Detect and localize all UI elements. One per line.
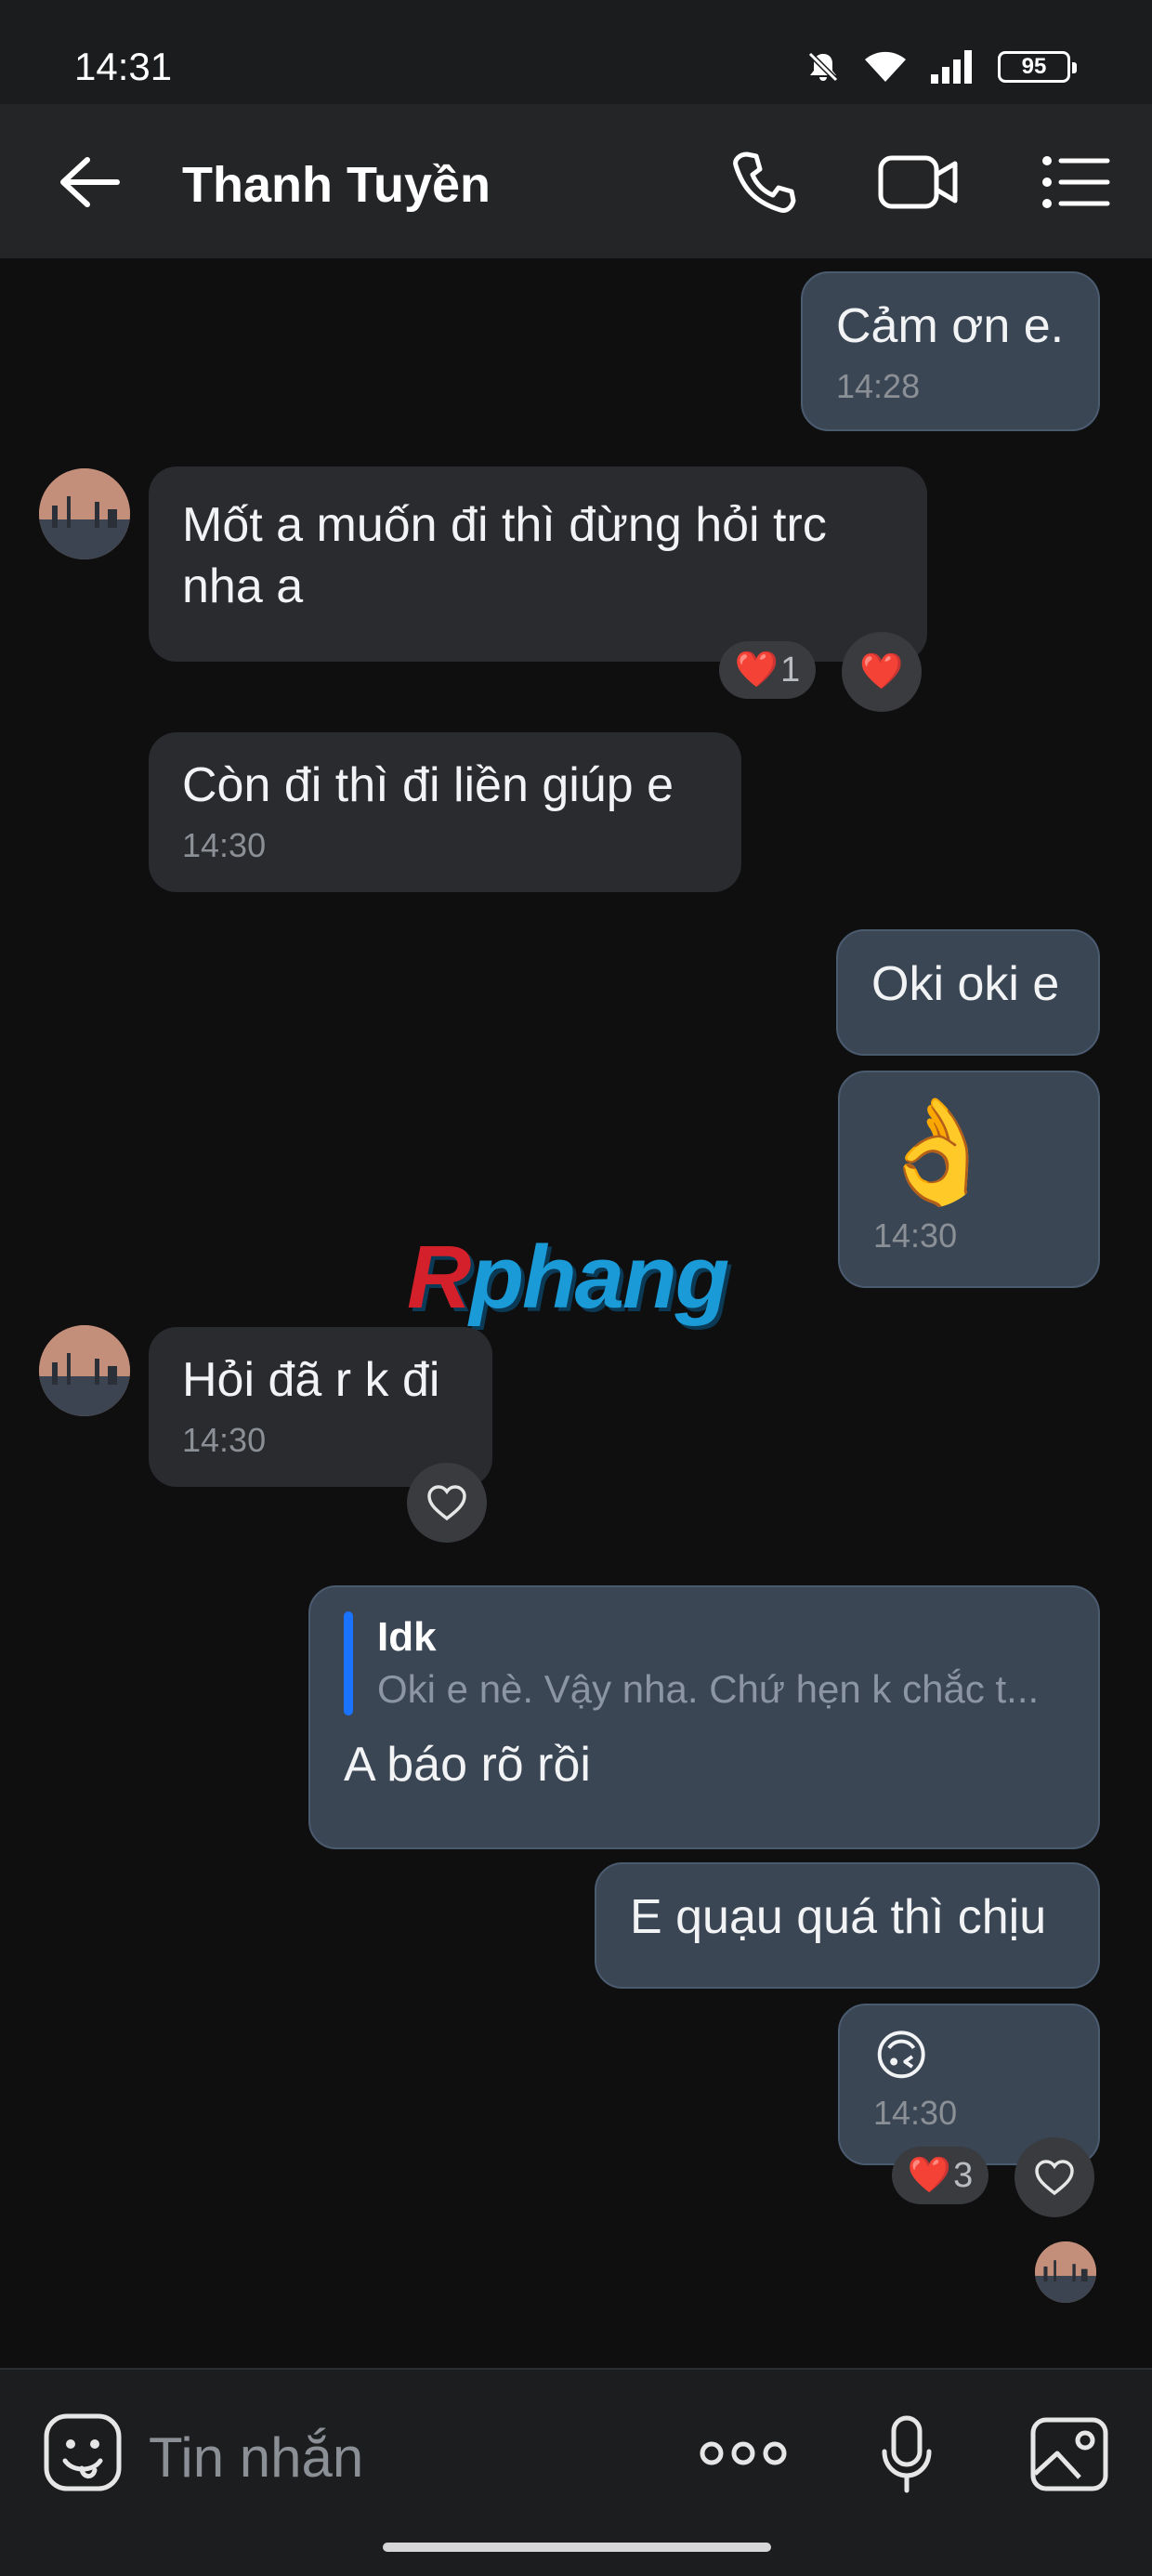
reply-quote[interactable]: Idk Oki e nè. Vậy nha. Chứ hẹn k chắc t.… — [344, 1611, 1065, 1715]
more-dots-icon — [700, 2441, 787, 2465]
message-text: Oki oki e — [871, 957, 1060, 1011]
status-icons: 95 — [805, 48, 1077, 85]
video-call-button[interactable] — [875, 145, 962, 224]
message-list[interactable]: Cảm ơn e. 14:28 Mốt a muốn đi thì đừng h… — [0, 258, 1152, 2368]
watermark-logo: Rphang — [407, 1228, 729, 1327]
emoji-button[interactable] — [41, 2411, 124, 2499]
chat-options-button[interactable] — [1039, 145, 1113, 224]
back-button[interactable] — [56, 152, 123, 212]
wifi-icon — [865, 51, 906, 82]
status-bar: 14:31 95 — [0, 0, 1152, 104]
emoji-icon — [44, 2413, 122, 2491]
image-icon — [1030, 2417, 1108, 2491]
phone-icon — [733, 151, 796, 213]
avatar-photo — [1035, 2241, 1096, 2303]
react-button[interactable] — [1015, 2137, 1094, 2217]
heart-icon: ❤️ — [859, 652, 904, 691]
back-arrow-icon — [60, 157, 120, 207]
message-text: Mốt a muốn đi thì đừng hỏi trc nha a — [182, 498, 827, 613]
video-camera-icon — [878, 155, 958, 209]
reaction-summary[interactable]: ❤️ 1 — [719, 641, 816, 699]
contact-avatar[interactable] — [39, 468, 130, 559]
message-time: 14:30 — [873, 1216, 958, 1255]
message-text: Hỏi đã r k đi — [182, 1353, 440, 1407]
contact-avatar[interactable] — [39, 1325, 130, 1416]
microphone-icon — [882, 2415, 932, 2493]
seen-avatar — [1035, 2241, 1096, 2303]
heart-icon — [427, 1485, 466, 1521]
send-image-button[interactable] — [1028, 2412, 1111, 2501]
signal-icon — [931, 50, 972, 84]
message-bubble-outgoing[interactable]: 👌 14:30 — [838, 1071, 1100, 1288]
message-text: Cảm ơn e. — [836, 299, 1065, 353]
message-bubble-incoming[interactable]: Còn đi thì đi liền giúp e 14:30 — [149, 732, 741, 892]
message-time: 14:28 — [836, 367, 921, 405]
heart-icon — [1035, 2160, 1074, 2196]
battery-indicator: 95 — [998, 51, 1077, 83]
heart-icon: ❤️ — [907, 2156, 952, 2195]
message-bubble-outgoing[interactable]: Cảm ơn e. 14:28 — [801, 271, 1100, 431]
reply-accent-bar — [344, 1611, 353, 1715]
message-text: Còn đi thì đi liền giúp e — [182, 758, 674, 812]
message-bubble-outgoing[interactable]: E quạu quá thì chịu — [595, 1862, 1100, 1989]
message-input[interactable] — [149, 2420, 669, 2494]
reaction-summary[interactable]: ❤️ 3 — [892, 2147, 988, 2204]
message-time: 14:30 — [182, 1421, 267, 1459]
reply-sender-name: Idk — [377, 1614, 437, 1660]
react-button[interactable]: ❤️ — [842, 632, 922, 712]
menu-list-icon — [1042, 156, 1110, 208]
ok-hand-emoji: 👌 — [873, 1095, 1001, 1209]
voice-call-button[interactable] — [727, 145, 801, 224]
message-time: 14:30 — [182, 826, 267, 864]
reaction-count: 3 — [953, 2155, 974, 2195]
reaction-count: 1 — [780, 650, 801, 690]
message-bubble-outgoing-reply[interactable]: Idk Oki e nè. Vậy nha. Chứ hẹn k chắc t.… — [308, 1585, 1100, 1849]
react-button[interactable] — [407, 1463, 487, 1543]
mute-icon — [807, 51, 839, 83]
message-time: 14:30 — [873, 2094, 958, 2132]
contact-name[interactable]: Thanh Tuyền — [182, 156, 491, 214]
message-bubble-outgoing[interactable]: Oki oki e — [836, 929, 1100, 1056]
home-indicator[interactable] — [383, 2543, 771, 2552]
chat-header: Thanh Tuyền — [0, 104, 1152, 258]
avatar-photo — [39, 1325, 130, 1416]
message-bubble-incoming[interactable]: Mốt a muốn đi thì đừng hỏi trc nha a — [149, 467, 927, 662]
voice-message-button[interactable] — [879, 2412, 935, 2501]
reply-preview-text: Oki e nè. Vậy nha. Chứ hẹn k chắc t... — [377, 1667, 1040, 1711]
message-text: A báo rõ rồi — [344, 1738, 591, 1792]
avatar-photo — [39, 468, 130, 559]
upside-down-face-emoji: 🙃 — [873, 2026, 930, 2086]
status-time: 14:31 — [74, 45, 173, 88]
message-text: E quạu quá thì chịu — [630, 1890, 1047, 1944]
more-options-button[interactable] — [699, 2425, 788, 2486]
heart-icon: ❤️ — [734, 651, 779, 690]
